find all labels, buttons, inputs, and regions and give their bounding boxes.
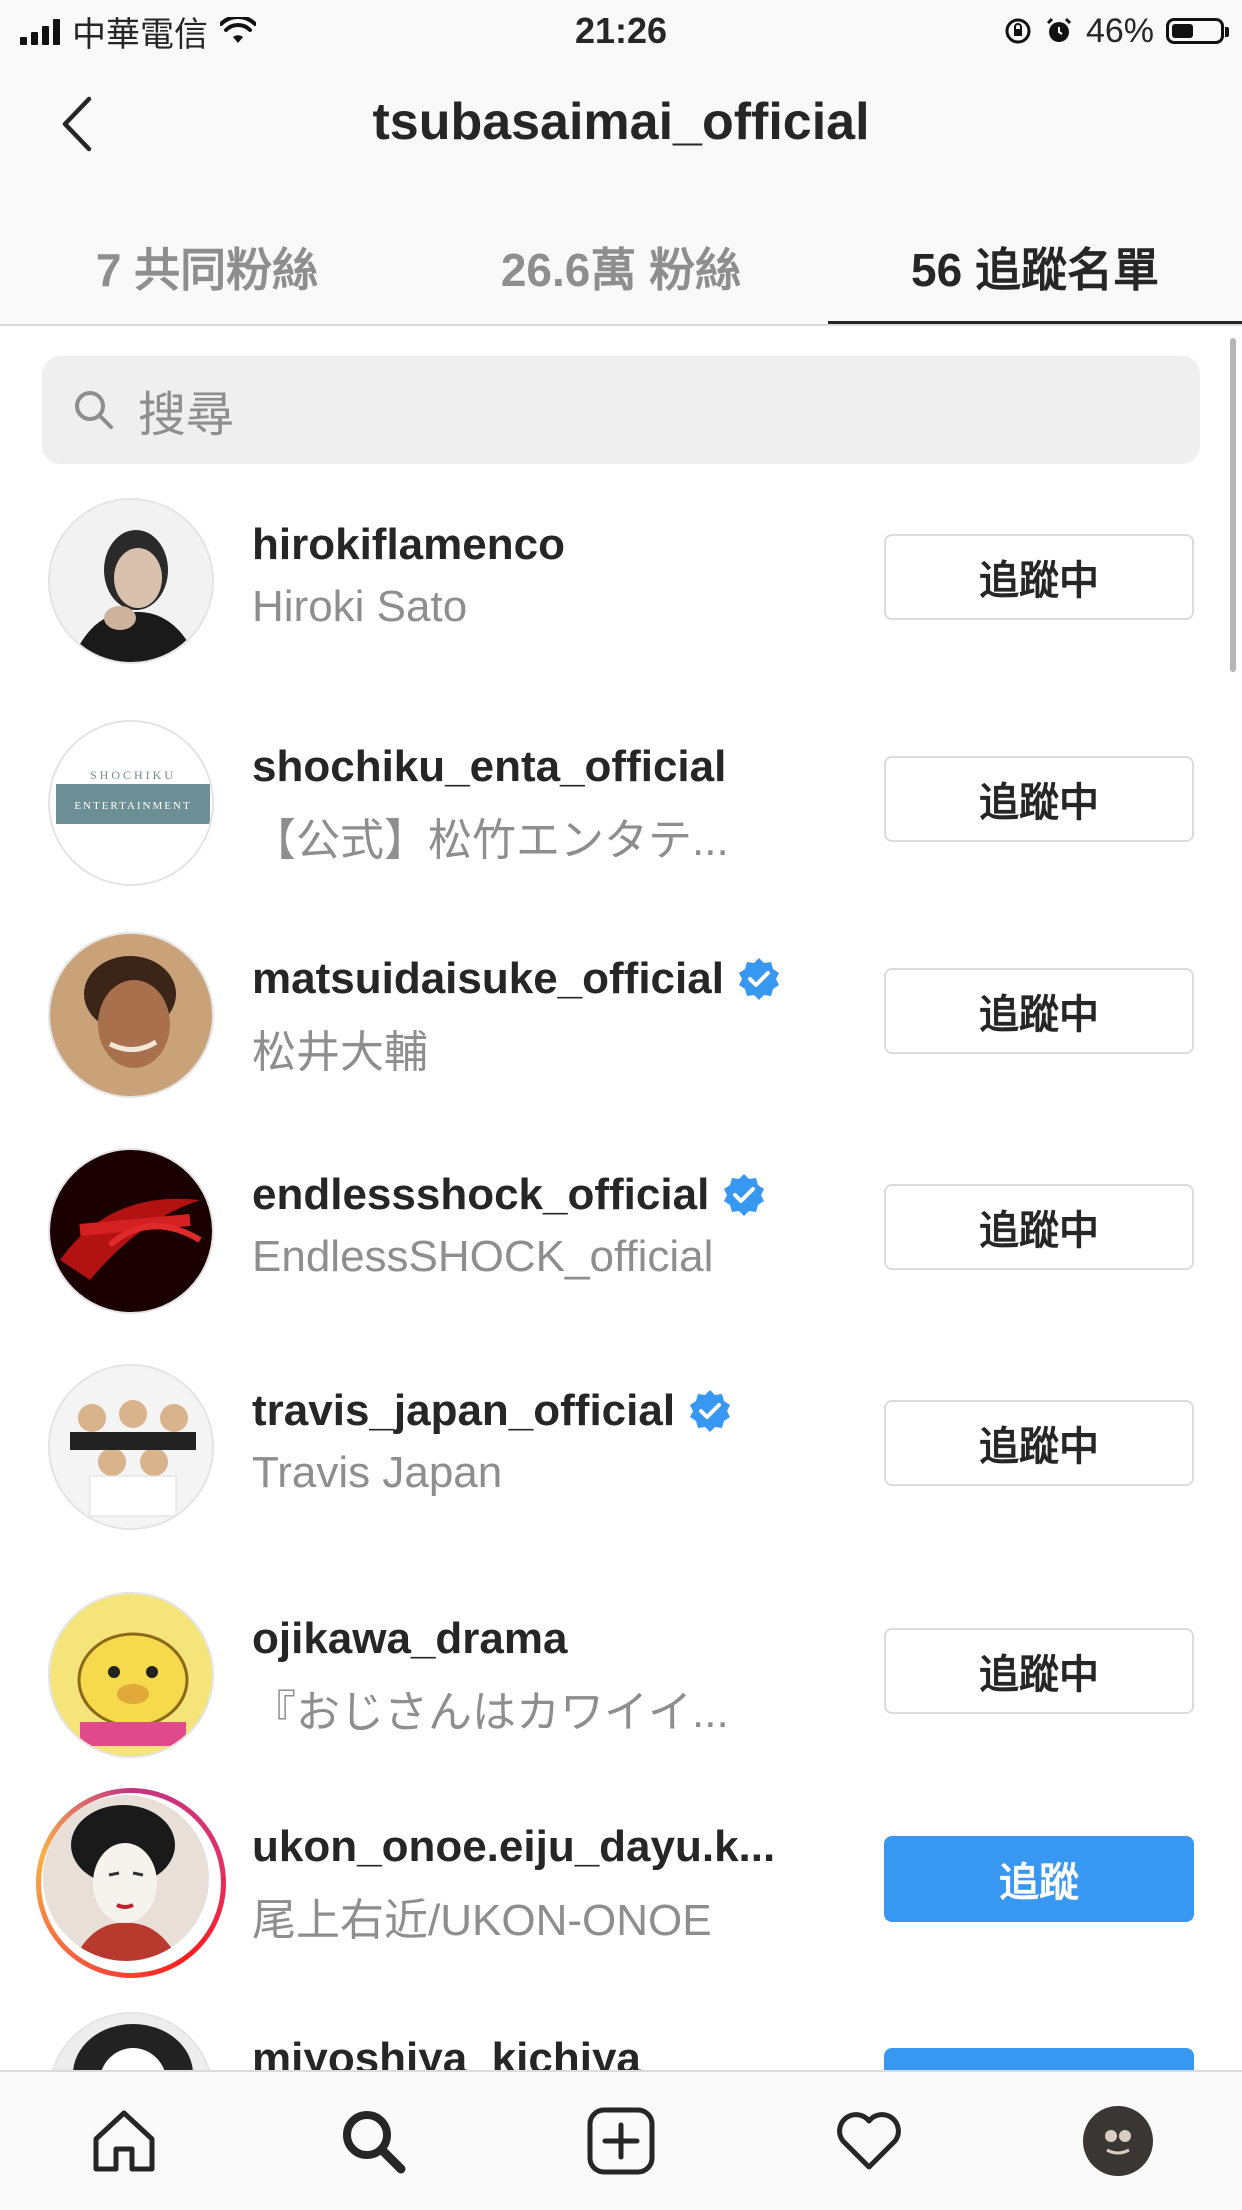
username[interactable]: ukon_onoe.eiju_dayu.k... bbox=[252, 1822, 775, 1872]
username-text: miyoshiya_kichiya bbox=[252, 2034, 641, 2070]
username[interactable]: miyoshiya_kichiya bbox=[252, 2034, 641, 2070]
full-name: Travis Japan bbox=[252, 1448, 503, 1497]
verified-badge-icon bbox=[738, 958, 779, 1000]
tab-home[interactable] bbox=[0, 2072, 248, 2210]
header: tsubasaimai_official 7 共同粉絲 26.6萬 粉絲 56 … bbox=[0, 62, 1242, 326]
search-input[interactable]: 搜尋 bbox=[42, 356, 1200, 464]
tab-followers[interactable]: 26.6萬 粉絲 bbox=[414, 212, 828, 322]
username[interactable]: ojikawa_drama bbox=[252, 1614, 568, 1664]
avatar[interactable] bbox=[48, 1148, 214, 1314]
status-right: 46% bbox=[1004, 10, 1229, 52]
orientation-lock-icon bbox=[1005, 18, 1031, 44]
tab-activity[interactable] bbox=[745, 2072, 993, 2210]
activity-heart-icon bbox=[837, 2112, 902, 2170]
battery-percent: 46% bbox=[1085, 11, 1154, 50]
following-button[interactable]: 追蹤中 bbox=[884, 1400, 1194, 1486]
username-text: matsuidaisuke_official bbox=[252, 954, 724, 1003]
following-list: hirokiflamenco Hiroki Sato 追蹤中 SHOCHIKU … bbox=[0, 476, 1242, 2070]
following-button[interactable]: 追蹤中 bbox=[884, 968, 1194, 1054]
tab-mutual-followers[interactable]: 7 共同粉絲 bbox=[0, 212, 414, 322]
follow-button[interactable]: 追蹤 bbox=[884, 1836, 1194, 1922]
username-text: hirokiflamenco bbox=[252, 520, 565, 569]
list-item[interactable]: ukon_onoe.eiju_dayu.k... 尾上右近/UKON-ONOE … bbox=[0, 1778, 1242, 1988]
tab-search[interactable] bbox=[248, 2072, 496, 2210]
avatar[interactable] bbox=[48, 2012, 214, 2070]
avatar[interactable] bbox=[48, 1592, 214, 1758]
username-text: travis_japan_official bbox=[252, 1386, 676, 1435]
profile-avatar[interactable] bbox=[1082, 2106, 1153, 2176]
username-text: ojikawa_drama bbox=[252, 1614, 568, 1663]
full-name: 尾上右近/UKON-ONOE bbox=[252, 1896, 712, 1945]
tab-new-post[interactable] bbox=[497, 2072, 745, 2210]
following-button[interactable]: 追蹤中 bbox=[884, 1184, 1194, 1270]
following-button[interactable]: 追蹤中 bbox=[884, 1628, 1194, 1714]
full-name: 【公式】松竹エンタテ... bbox=[252, 816, 729, 865]
list-item[interactable]: matsuidaisuke_official 松井大輔 追蹤中 bbox=[0, 910, 1242, 1120]
avatar[interactable] bbox=[48, 932, 214, 1098]
verified-badge-icon bbox=[690, 1390, 731, 1432]
list-item[interactable]: travis_japan_official Travis Japan 追蹤中 bbox=[0, 1342, 1242, 1552]
full-name: 『おじさんはカワイイ... bbox=[252, 1688, 729, 1737]
search-icon bbox=[342, 2111, 406, 2174]
search-placeholder: 搜尋 bbox=[138, 389, 235, 442]
username[interactable]: shochiku_enta_official bbox=[252, 742, 726, 792]
list-item[interactable]: ojikawa_drama 『おじさんはカワイイ... 追蹤中 bbox=[0, 1570, 1242, 1780]
username-text: shochiku_enta_official bbox=[252, 742, 727, 791]
username[interactable]: travis_japan_official bbox=[252, 1386, 733, 1436]
bottom-tab-bar bbox=[0, 2070, 1242, 2210]
username[interactable]: endlessshock_official bbox=[252, 1170, 767, 1220]
tab-bar-top: 7 共同粉絲 26.6萬 粉絲 56 追蹤名單 bbox=[0, 212, 1242, 324]
avatar[interactable]: SHOCHIKU ENTERTAINMENT bbox=[48, 720, 214, 886]
following-button[interactable]: 追蹤中 bbox=[884, 534, 1194, 620]
scrollbar[interactable] bbox=[1230, 338, 1236, 672]
username[interactable]: matsuidaisuke_official bbox=[252, 954, 782, 1004]
full-name: 松井大輔 bbox=[252, 1028, 428, 1077]
page-title: tsubasaimai_official bbox=[372, 93, 870, 151]
new-post-icon bbox=[587, 2107, 655, 2175]
status-bar: 中華電信 21:26 46% bbox=[0, 0, 1242, 62]
avatar[interactable] bbox=[48, 1364, 214, 1530]
battery-icon bbox=[1166, 18, 1229, 44]
verified-badge-icon bbox=[724, 1174, 765, 1216]
username-text: ukon_onoe.eiju_dayu.k... bbox=[252, 1822, 776, 1871]
avatar[interactable] bbox=[43, 1795, 209, 1961]
list-item[interactable]: SHOCHIKU ENTERTAINMENT shochiku_enta_off… bbox=[0, 698, 1242, 908]
list-item[interactable]: miyoshiya_kichiya 追蹤 bbox=[0, 1990, 1242, 2070]
search-icon bbox=[72, 386, 120, 434]
avatar[interactable] bbox=[48, 498, 214, 664]
follow-button[interactable]: 追蹤 bbox=[884, 2048, 1194, 2070]
full-name: Hiroki Sato bbox=[252, 582, 468, 631]
tab-following[interactable]: 56 追蹤名單 bbox=[828, 212, 1242, 324]
list-item[interactable]: hirokiflamenco Hiroki Sato 追蹤中 bbox=[0, 476, 1242, 686]
full-name: EndlessSHOCK_official bbox=[252, 1232, 714, 1281]
following-button[interactable]: 追蹤中 bbox=[884, 756, 1194, 842]
home-icon bbox=[93, 2110, 155, 2172]
username-text: endlessshock_official bbox=[252, 1170, 710, 1219]
tab-profile[interactable] bbox=[994, 2072, 1242, 2210]
logo-line1: SHOCHIKU bbox=[90, 768, 176, 782]
logo-line2: ENTERTAINMENT bbox=[74, 800, 191, 812]
story-ring[interactable] bbox=[36, 1788, 226, 1978]
username[interactable]: hirokiflamenco bbox=[252, 520, 565, 570]
list-item[interactable]: endlessshock_official EndlessSHOCK_offic… bbox=[0, 1126, 1242, 1336]
alarm-icon bbox=[1046, 17, 1071, 42]
